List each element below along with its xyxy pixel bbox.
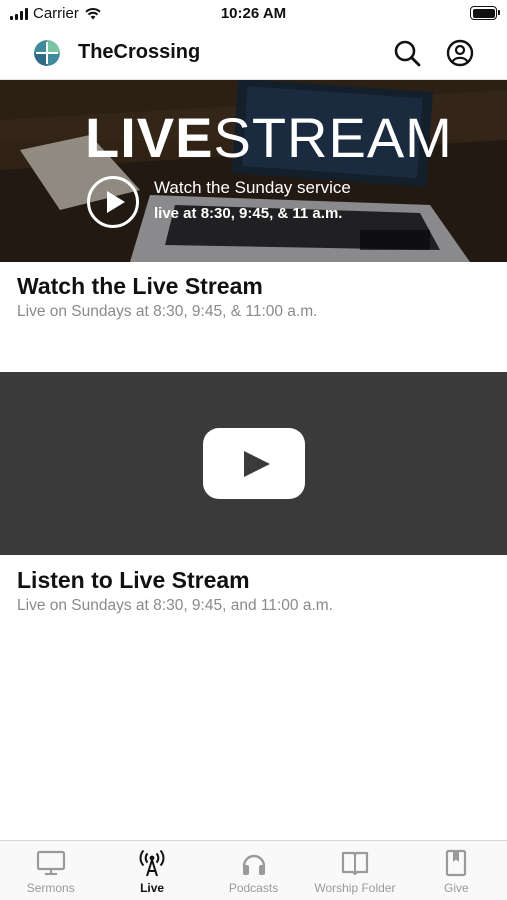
tab-label-give: Give — [443, 881, 469, 895]
watch-live-stream-title[interactable]: Watch the Live Stream — [17, 273, 263, 300]
broadcast-icon — [137, 849, 167, 877]
book-icon — [340, 849, 370, 877]
tab-label-sermons: Sermons — [26, 881, 75, 895]
tab-give[interactable]: Give — [406, 841, 507, 900]
hero-title: LIVESTREAM — [85, 110, 453, 166]
headphones-icon — [239, 849, 269, 877]
status-bar: Carrier 10:26 AM — [0, 0, 507, 28]
watch-live-stream-subtitle: Live on Sundays at 8:30, 9:45, & 11:00 a… — [17, 303, 318, 320]
status-time: 10:26 AM — [220, 5, 287, 22]
hero-title-light: STREAM — [213, 106, 453, 169]
battery-icon — [470, 6, 500, 20]
tab-bar: Sermons Live Podcasts Worship Folder Giv… — [0, 840, 507, 900]
listen-live-stream-title[interactable]: Listen to Live Stream — [17, 567, 250, 594]
account-icon — [446, 39, 474, 67]
livestream-banner[interactable]: LIVESTREAM Watch the Sunday service live… — [0, 80, 507, 262]
search-icon — [394, 40, 421, 67]
hero-line2: live at 8:30, 9:45, & 11 a.m. — [154, 205, 343, 222]
tv-icon — [36, 849, 66, 877]
bookmark-icon — [441, 849, 471, 877]
listen-live-stream-subtitle: Live on Sundays at 8:30, 9:45, and 11:00… — [17, 597, 333, 614]
tab-sermons[interactable]: Sermons — [0, 841, 101, 900]
hero-title-bold: LIVE — [85, 106, 214, 169]
logo-icon — [34, 40, 60, 66]
account-button[interactable] — [445, 38, 475, 68]
tab-label-live: Live — [140, 881, 165, 895]
hero-line1: Watch the Sunday service — [154, 178, 351, 197]
youtube-play-icon[interactable] — [203, 428, 305, 499]
video-player[interactable] — [0, 372, 507, 555]
tab-label-podcasts: Podcasts — [228, 881, 279, 895]
tab-live[interactable]: Live — [101, 841, 202, 900]
app-title: TheCrossing — [78, 41, 201, 63]
play-icon[interactable] — [87, 176, 139, 228]
tab-worship-folder[interactable]: Worship Folder — [304, 841, 405, 900]
tab-label-worship-folder: Worship Folder — [314, 881, 396, 895]
app-header: TheCrossing — [0, 28, 507, 80]
search-button[interactable] — [392, 38, 422, 68]
tab-podcasts[interactable]: Podcasts — [203, 841, 304, 900]
